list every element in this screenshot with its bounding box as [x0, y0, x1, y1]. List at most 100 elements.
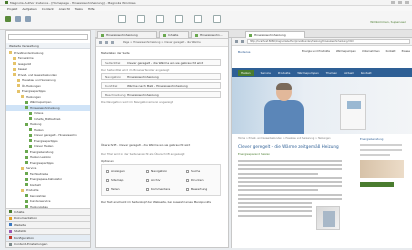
tree-item-label: Energiespartipps [22, 89, 46, 94]
tab-hinweiswohn-2[interactable]: Hinweiswohn... [191, 31, 229, 38]
option-checkbox[interactable]: Navigation [146, 169, 167, 173]
close-icon[interactable] [405, 1, 409, 4]
app-icon [9, 229, 12, 233]
help-icon[interactable] [213, 15, 221, 23]
minimize-icon[interactable] [391, 1, 395, 4]
site-mainnav-link[interactable]: Service [261, 71, 271, 75]
page-title-field[interactable]: Seitentitel Clever geregelt - die Wärme … [101, 59, 221, 66]
sidebar-teaser-button[interactable] [360, 182, 394, 187]
url-input[interactable]: http://localhost:8080/magnoliaAuthor/pri… [247, 39, 410, 44]
checkbox-label: Teilen [111, 187, 120, 191]
metadata-section-heading: Metadaten der Seite [101, 51, 130, 55]
text-line [238, 189, 318, 192]
site-mainnav-link[interactable]: Produkte [278, 71, 290, 75]
tree-item-label: Privatkundenheizung [14, 50, 44, 55]
option-checkbox[interactable]: Sitemap [106, 178, 123, 182]
sidebar-teaser-image [360, 160, 404, 178]
page-icon [25, 122, 28, 126]
save-icon[interactable] [99, 41, 102, 44]
options-heading: Optionen [101, 159, 114, 163]
site-topnav-link[interactable]: Kontakt [386, 50, 396, 53]
back-icon[interactable] [235, 40, 238, 43]
folder-icon [13, 62, 16, 66]
option-checkbox[interactable]: Suche [186, 169, 200, 173]
page-icon [25, 155, 28, 159]
short-title-field[interactable]: Kurztitel Wärme nach Maß - Hinweiswohnhe… [101, 82, 221, 89]
page-icon [25, 172, 28, 176]
menu-item-hilfe[interactable]: Hilfe [88, 7, 95, 11]
move-icon[interactable] [156, 15, 164, 23]
site-logo[interactable]: Buderus [238, 50, 250, 54]
option-checkbox[interactable]: Drucken [186, 178, 203, 182]
text-line [238, 206, 312, 209]
site-mainnav-link[interactable]: Heizen [238, 69, 254, 76]
app-icon [9, 236, 12, 240]
folder-icon [17, 78, 20, 82]
home-icon[interactable] [5, 16, 11, 22]
menu-item-aufgaben[interactable]: Aufgaben [22, 7, 36, 11]
app-icon [9, 210, 12, 214]
site-topnav-link[interactable]: Presse [402, 50, 410, 53]
page-icon [25, 177, 28, 181]
sidebar-app-content-einstellungen[interactable]: Content-Einstellungen [6, 240, 90, 247]
tree-item-label: Privat- und Gewerbekunden [18, 72, 58, 77]
undo-icon[interactable] [105, 41, 108, 44]
checkbox-icon [106, 178, 109, 182]
option-checkbox[interactable]: Anzeigen [106, 169, 125, 173]
site-mainnav-link[interactable]: Wärmepumpen [297, 71, 318, 75]
editor-toolbar: Page > Hinweiswohnheizung > Clever gereg… [96, 39, 228, 47]
text-line [238, 176, 342, 179]
checkbox-label: Drucken [191, 178, 204, 182]
app-icon [5, 1, 8, 4]
description-field[interactable]: Beschreibung Hinweiswohnheizung [101, 91, 221, 98]
hero-person-image [262, 83, 306, 134]
site-topnav-link[interactable]: Unternehmen [362, 50, 380, 53]
reload-icon[interactable] [241, 40, 244, 43]
tree-item-label: Service [26, 166, 37, 171]
tab-hinweiswohnheizung-1[interactable]: Hinweiswohnheizung [97, 31, 157, 38]
option-checkbox[interactable]: Teilen [106, 187, 120, 191]
tab-inhalte[interactable]: Inhalte [159, 31, 189, 38]
maximize-icon[interactable] [398, 1, 402, 4]
publish-icon[interactable] [175, 15, 183, 23]
back-icon[interactable] [15, 16, 21, 22]
tree-item-label: Clever geregelt - Hinweiswohn [34, 133, 77, 138]
welcome-text: Willkommen, Superuser [370, 20, 406, 24]
tree-item-label: Heizen [34, 127, 44, 132]
redo-icon[interactable] [111, 41, 114, 44]
site-mainnav-link[interactable]: Kontakt [361, 71, 372, 75]
browser-preview: http://localhost:8080/magnoliaAuthor/pri… [231, 38, 412, 248]
site-breadcrumb: Home > Privat- und Gewerbekunden > Hausb… [238, 137, 331, 140]
sidebar-search-input[interactable] [8, 34, 88, 40]
option-checkbox[interactable]: Archiv [146, 178, 160, 182]
site-top-nav: Energie und Prodükte Wärmepumpen Unternehm… [302, 50, 412, 53]
forward-icon[interactable] [25, 16, 31, 22]
site-mainnav-link[interactable]: Aktuell [344, 71, 354, 75]
menu-item-ansicht[interactable]: Ansicht [59, 7, 70, 11]
menu-item-tasks[interactable]: Tasks [75, 7, 83, 11]
preview-icon[interactable] [194, 15, 202, 23]
site-topnav-link[interactable]: Wärmepumpen [336, 50, 356, 53]
option-checkbox[interactable]: Kommentare [146, 187, 170, 191]
checkbox-label: Sitemap [111, 178, 124, 182]
checkbox-icon [186, 169, 189, 173]
page-icon [29, 139, 32, 143]
menu-item-content[interactable]: Content [42, 7, 54, 11]
navigation-field[interactable]: Navigation Hinweiswohnheizung [101, 73, 221, 80]
tree-item-label: Energiespartipps [34, 138, 58, 143]
new-page-icon[interactable] [118, 15, 126, 23]
site-topnav-link[interactable]: Energie und Prodükte [302, 50, 330, 53]
tree-item-label: Fachbetriebe [30, 171, 49, 176]
site-mainnav-link[interactable]: Themen [326, 71, 337, 75]
folder-icon [9, 51, 12, 55]
folder-icon [21, 95, 24, 99]
menu-item-projekt[interactable]: Projekt [7, 7, 17, 11]
sidebar-app-label: Konfiguration [14, 235, 35, 240]
option-checkbox[interactable]: Bewertung [186, 187, 207, 191]
copy-icon[interactable] [137, 15, 145, 23]
tree-item-label: Heizungen [26, 94, 41, 99]
folder-icon [13, 73, 16, 77]
tab-hinweiswohnheizung-active[interactable]: Hinweiswohnheizung [245, 31, 305, 38]
text-line [238, 160, 342, 162]
text-line [238, 164, 342, 167]
